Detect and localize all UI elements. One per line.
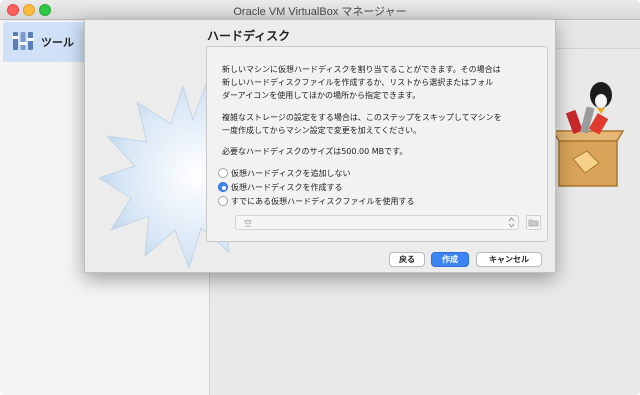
radio-create-disk[interactable]: 仮想ハードディスクを作成する [218,181,342,193]
radio-no-disk[interactable]: 仮想ハードディスクを追加しない [218,167,350,179]
recommended-size-text: 必要なハードディスクのサイズは500.00 MBです。 [222,147,408,156]
storage-note-line: 一度作成してからマシン設定で変更を加えてください。 [222,126,422,135]
tools-icon [12,32,34,50]
dialog-title: ハードディスク [207,29,291,43]
description-line: 新しいマシンに仮想ハードディスクを割り当てることができます。その場合は [222,65,501,74]
hard-disk-panel: 新しいマシンに仮想ハードディスクを割り当てることができます。その場合は 新しいハ… [206,46,548,242]
cancel-button[interactable]: キャンセル [476,252,542,267]
radio-label: すでにある仮想ハードディスクファイルを使用する [231,196,415,206]
virtualbox-window: Oracle VM VirtualBox マネージャー ツール ハードディスク … [0,0,640,395]
window-title: Oracle VM VirtualBox マネージャー [233,6,407,18]
select-value: 空 [244,219,252,228]
description-line: 新しいハードディスクファイルを作成するか、リストから選択またはフォル [222,78,494,87]
title-bar: Oracle VM VirtualBox マネージャー [0,0,640,20]
description-paragraph: 新しいマシンに仮想ハードディスクを割り当てることができます。その場合は 新しいハ… [222,63,501,102]
radio-button[interactable] [218,168,228,178]
radio-label: 仮想ハードディスクを追加しない [231,168,351,178]
create-button[interactable]: 作成 [431,252,469,267]
choose-disk-file-button[interactable] [526,215,541,230]
folder-icon [528,219,539,227]
storage-note-line: 複雑なストレージの設定をする場合は、このステップをスキップしてマシンを [222,113,502,122]
chevron-updown-icon [508,217,515,228]
storage-note-paragraph: 複雑なストレージの設定をする場合は、このステップをスキップしてマシンを 一度作成… [222,111,502,137]
existing-disk-select[interactable]: 空 [235,215,519,230]
radio-button[interactable] [218,196,228,206]
radio-button[interactable] [218,182,228,192]
description-line: ダーアイコンを使用してほかの場所から指定できます。 [222,91,421,100]
radio-existing-disk[interactable]: すでにある仮想ハードディスクファイルを使用する [218,195,415,207]
back-button[interactable]: 戻る [389,252,425,267]
radio-label: 仮想ハードディスクを作成する [231,182,343,192]
sidebar-item-label: ツール [41,36,74,49]
new-vm-hard-disk-dialog: ハードディスク 新しいマシンに仮想ハードディスクを割り当てることができます。その… [84,19,556,273]
